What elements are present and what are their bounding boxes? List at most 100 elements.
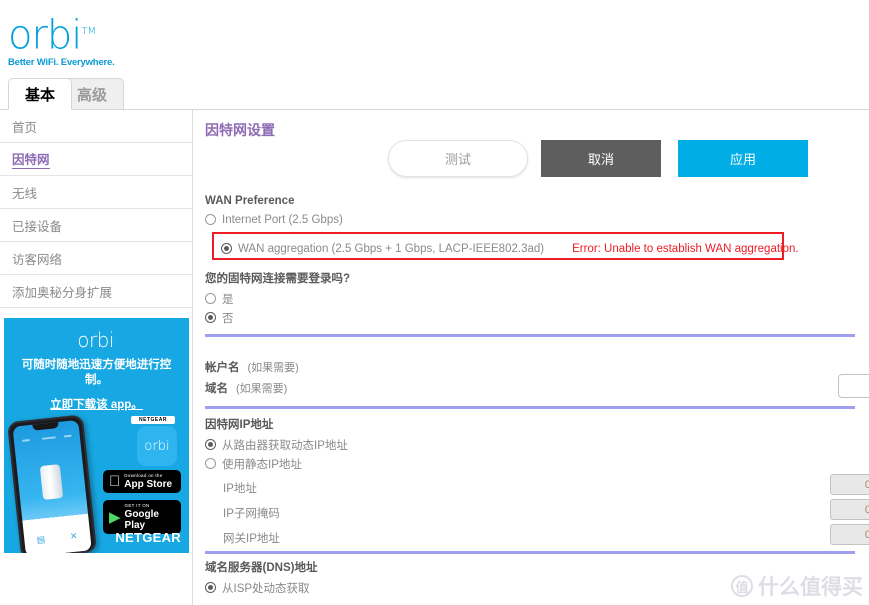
- google-play-badge[interactable]: ▶ GET IT ON Google Play: [103, 500, 181, 534]
- dns-option-dynamic[interactable]: 从ISP处动态获取: [205, 578, 605, 597]
- phone-icon-device-manager: ▤: [36, 534, 46, 545]
- sidebar-item-internet[interactable]: 因特网: [0, 143, 192, 176]
- orbi-logo: orbiTM Better WiFi. Everywhere.: [8, 12, 115, 68]
- sidebar-item-label: 无线: [12, 186, 38, 201]
- domain-name-row: 域名 (如果需要): [205, 377, 865, 399]
- trademark-icon: TM: [81, 26, 97, 37]
- test-button[interactable]: 测试: [388, 140, 528, 177]
- ip-subnet-input[interactable]: 0: [830, 499, 869, 520]
- internet-ip-title: 因特网IP地址: [205, 419, 274, 431]
- promo-orbi-logo: orbi: [77, 328, 114, 352]
- page-title: 因特网设置: [205, 122, 275, 138]
- phone-screen: ▤ ✕: [12, 419, 92, 553]
- ip-gateway-input[interactable]: 0: [830, 524, 869, 545]
- tab-basic[interactable]: 基本: [8, 78, 73, 110]
- sidebar-item-label: 首页: [12, 120, 38, 135]
- ip-address-input-value: 0: [864, 478, 869, 491]
- radio-dns-dynamic[interactable]: [205, 582, 216, 593]
- domain-name-label: 域名: [205, 383, 228, 395]
- phone-icon-network-map: ✕: [69, 530, 79, 542]
- dns-option-dynamic-label: 从ISP处动态获取: [222, 582, 310, 595]
- tab-basic-label: 基本: [25, 86, 56, 104]
- account-name-row: 帐户名 (如果需要): [205, 357, 865, 377]
- app-store-badge[interactable]:  Download on the App Store: [103, 470, 181, 493]
- tab-advanced-label: 高级: [77, 86, 108, 104]
- promo-download-link[interactable]: 立即下载该 app。: [4, 396, 189, 412]
- sidebar-item-label: 已接设备: [12, 219, 63, 234]
- wan-option-aggregation-label: WAN aggregation (2.5 Gbps + 1 Gbps, LACP…: [238, 242, 545, 255]
- wan-aggregation-error-container: WAN aggregation (2.5 Gbps + 1 Gbps, LACP…: [205, 232, 805, 262]
- radio-login-yes[interactable]: [205, 293, 216, 304]
- watermark-text: 什么值得买: [758, 576, 863, 599]
- phone-mockup-image: ▤ ✕: [6, 414, 98, 553]
- radio-ip-dynamic[interactable]: [205, 439, 216, 450]
- promo-netgear-logo: NETGEAR: [115, 530, 181, 545]
- tab-bar: 基本 高级: [0, 78, 869, 110]
- sidebar-item-label: 访客网络: [12, 252, 63, 267]
- login-option-no-label: 否: [222, 312, 234, 325]
- ip-option-dynamic[interactable]: 从路由器获取动态IP地址: [205, 435, 865, 454]
- account-name-label: 帐户名: [205, 362, 240, 374]
- promo-banner[interactable]: orbi. 可随时随地迅速方便地进行控制。 立即下载该 app。 ▤ ✕ NET…: [4, 318, 189, 553]
- sidebar-item-add-satellite[interactable]: 添加奥秘分身扩展: [0, 275, 192, 308]
- divider-bottom: [205, 551, 855, 554]
- ip-address-input[interactable]: 0: [830, 474, 869, 495]
- promo-headline: 可随时随地迅速方便地进行控制。: [21, 359, 172, 386]
- wan-option-internet-port[interactable]: Internet Port (2.5 Gbps): [205, 210, 805, 229]
- login-option-no[interactable]: 否: [205, 308, 605, 327]
- divider-top: [205, 334, 855, 337]
- apple-icon: : [109, 474, 120, 489]
- orbi-logo-text: orbi: [8, 12, 82, 59]
- sidebar: 首页 因特网 无线 已接设备 访客网络 添加奥秘分身扩展 orbi. 可随时随地…: [0, 110, 193, 605]
- wan-preference-section: WAN Preference Internet Port (2.5 Gbps) …: [205, 195, 805, 262]
- domain-name-input[interactable]: [838, 374, 869, 398]
- radio-ip-static[interactable]: [205, 458, 216, 469]
- sidebar-item-wireless[interactable]: 无线: [0, 176, 192, 209]
- brand-tagline: Better WiFi. Everywhere.: [8, 57, 115, 69]
- ip-option-static[interactable]: 使用静态IP地址: [205, 454, 865, 473]
- divider-middle: [205, 406, 855, 409]
- sidebar-item-attached-devices[interactable]: 已接设备: [0, 209, 192, 242]
- ip-option-static-label: 使用静态IP地址: [222, 458, 302, 471]
- google-play-badge-line2: Google Play: [124, 509, 159, 531]
- cancel-button[interactable]: 取消: [541, 140, 661, 177]
- ip-option-dynamic-label: 从路由器获取动态IP地址: [222, 439, 348, 452]
- router-admin-page: orbiTM Better WiFi. Everywhere. 基本 高级 首页…: [0, 0, 869, 605]
- dns-section: 域名服务器(DNS)地址 从ISP处动态获取: [205, 559, 605, 597]
- ip-address-label: IP地址: [223, 482, 257, 495]
- watermark-icon: 值: [731, 575, 753, 597]
- page-header: orbiTM Better WiFi. Everywhere.: [0, 0, 869, 78]
- sidebar-item-guest-network[interactable]: 访客网络: [0, 242, 192, 275]
- promo-trademark-icon: .: [113, 333, 116, 342]
- watermark: 值 什么值得买: [731, 571, 863, 601]
- ip-address-row: IP地址: [205, 478, 865, 497]
- apply-button-label: 应用: [729, 152, 756, 167]
- radio-wan-aggregation[interactable]: [221, 243, 232, 254]
- internet-ip-section: 因特网IP地址 从路由器获取动态IP地址 使用静态IP地址 IP地址 IP子网掩…: [205, 416, 865, 547]
- domain-name-hint: (如果需要): [236, 383, 288, 395]
- account-section: 帐户名 (如果需要) 域名 (如果需要): [205, 357, 865, 399]
- test-button-label: 测试: [444, 152, 471, 167]
- ip-gateway-input-value: 0: [864, 528, 869, 541]
- wan-option-aggregation[interactable]: WAN aggregation (2.5 Gbps + 1 Gbps, LACP…: [221, 239, 799, 258]
- sidebar-item-label: 添加奥秘分身扩展: [12, 285, 113, 300]
- cancel-button-label: 取消: [587, 152, 614, 167]
- dns-title: 域名服务器(DNS)地址: [205, 562, 318, 574]
- promo-netgear-small-logo: NETGEAR: [131, 416, 175, 424]
- apply-button[interactable]: 应用: [678, 140, 808, 177]
- radio-login-no[interactable]: [205, 312, 216, 323]
- login-option-yes[interactable]: 是: [205, 289, 605, 308]
- internet-login-title: 您的固特网连接需要登录吗?: [205, 273, 351, 285]
- ip-subnet-label: IP子网掩码: [223, 507, 280, 520]
- ip-gateway-label: 网关IP地址: [223, 532, 280, 545]
- wan-aggregation-error-text: Error: Unable to establish WAN aggregati…: [572, 242, 799, 255]
- radio-internet-port[interactable]: [205, 214, 216, 225]
- wan-option-internet-port-label: Internet Port (2.5 Gbps): [222, 213, 343, 226]
- router-device-image: [39, 464, 64, 500]
- sidebar-item-home[interactable]: 首页: [0, 110, 192, 143]
- action-button-row: 测试 取消 应用: [193, 140, 869, 180]
- app-store-badge-line2: App Store: [113, 479, 172, 490]
- account-name-hint: (如果需要): [247, 362, 299, 374]
- sidebar-item-label: 因特网: [12, 149, 50, 169]
- ip-subnet-row: IP子网掩码: [205, 503, 865, 522]
